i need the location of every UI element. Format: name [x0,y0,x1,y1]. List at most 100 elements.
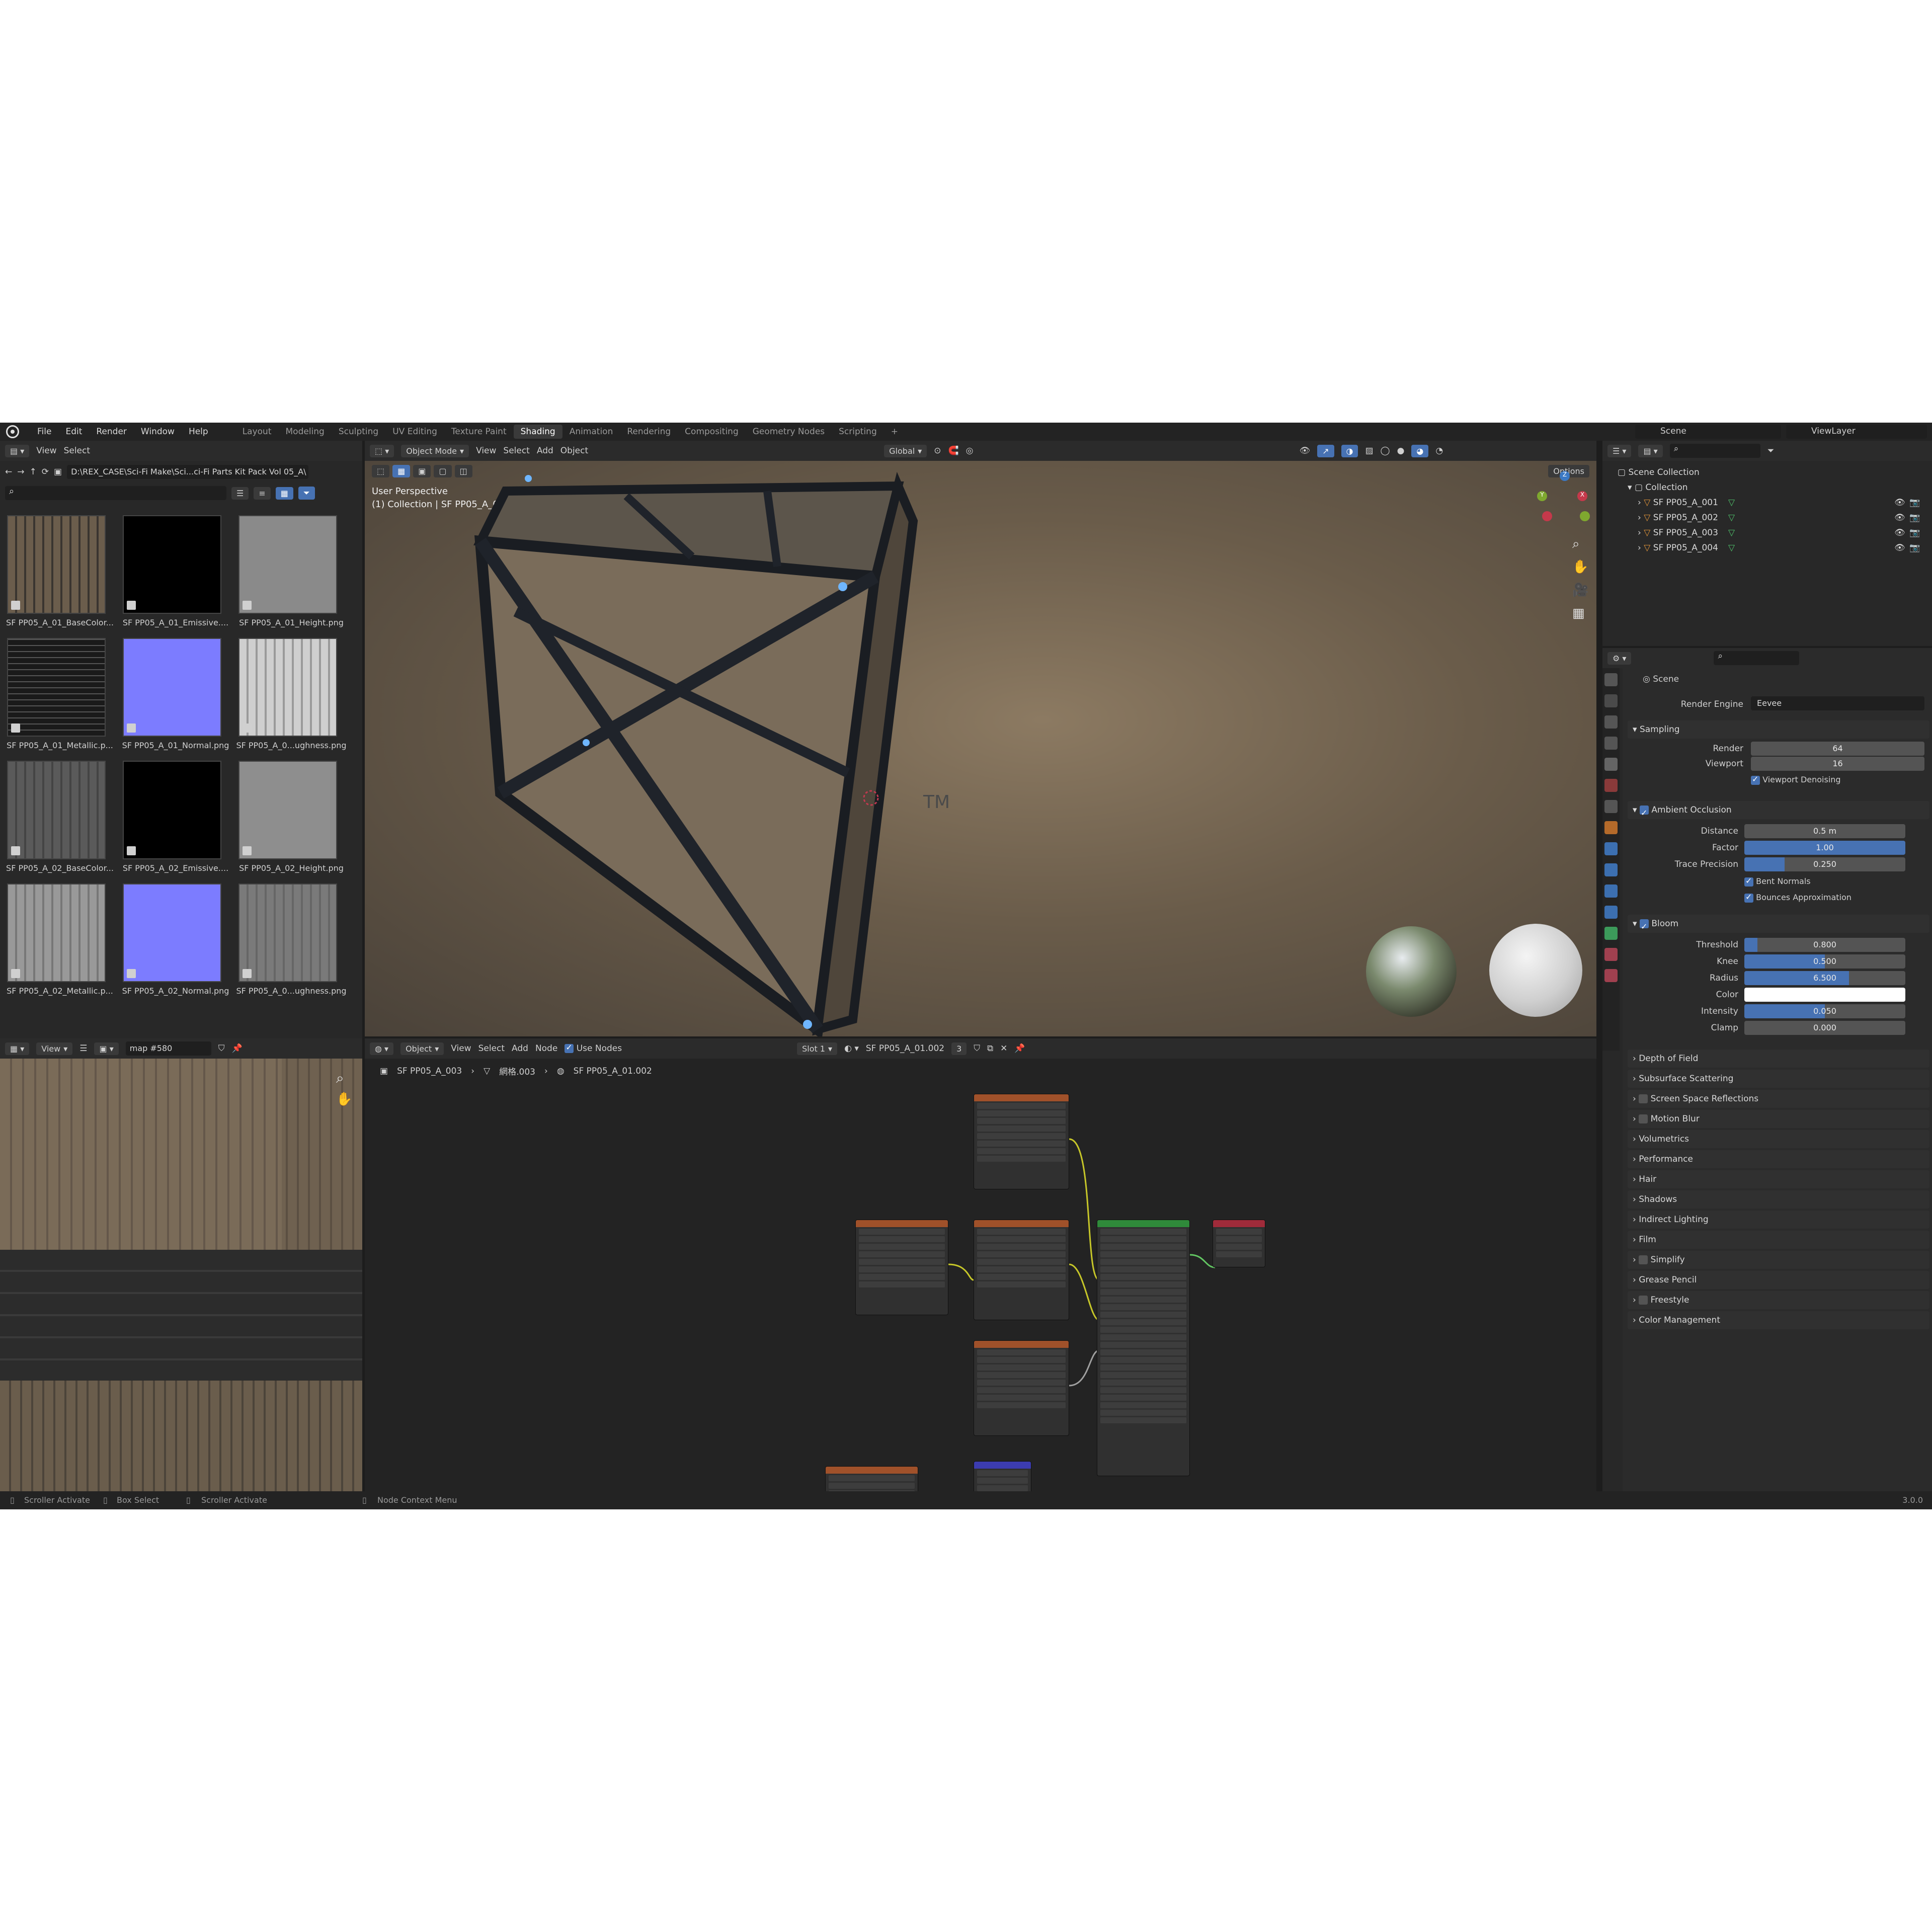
node-socket-row[interactable] [977,1478,1028,1484]
menu-edit[interactable]: Edit [58,427,89,437]
shader-node[interactable] [1097,1220,1190,1476]
image-browse-icon[interactable]: ▣ ▾ [94,1042,119,1055]
tab-layout[interactable]: Layout [235,425,279,439]
image-name-field[interactable]: map #580 [125,1041,211,1056]
file-thumbnail[interactable]: SF PP05_A_0...ughness.png [233,638,347,754]
navigation-gizmo[interactable]: Z X Y [1537,471,1592,526]
section-grease-pencil[interactable]: › Grease Pencil [1628,1271,1929,1289]
node-socket-row[interactable] [1100,1259,1186,1265]
node-socket-row[interactable] [859,1266,945,1272]
vp-menu-view[interactable]: View [476,446,496,456]
proportional-icon[interactable]: ◎ [966,446,974,456]
tool-tab-icon[interactable] [1604,673,1618,686]
bloom-panel-header[interactable]: ▾ Bloom [1628,915,1929,936]
tab-scripting[interactable]: Scripting [832,425,884,439]
filter-icon[interactable]: ⏷ [1767,446,1775,456]
bloom-intensity-slider[interactable]: 0.050 [1744,1004,1905,1018]
node-socket-row[interactable] [977,1118,1066,1124]
node-socket-row[interactable] [1100,1387,1186,1393]
node-socket-row[interactable] [1100,1334,1186,1340]
node-canvas[interactable] [365,1038,1596,1509]
file-thumbnail[interactable]: SF PP05_A_01_Emissive.... [118,515,228,631]
section-hair[interactable]: › Hair [1628,1170,1929,1188]
tab-animation[interactable]: Animation [562,425,620,439]
particles-tab-icon[interactable] [1604,863,1618,876]
node-socket-row[interactable] [977,1485,1028,1491]
node-socket-row[interactable] [1100,1297,1186,1303]
file-thumbnail[interactable]: SF PP05_A_01_BaseColor... [2,515,114,631]
render-tab-icon[interactable] [1604,694,1618,707]
file-thumbnail[interactable]: SF PP05_A_01_Normal.png [118,638,229,754]
editor-type-button[interactable]: ▤ ▾ [5,444,30,457]
texture-tab-icon[interactable] [1604,969,1618,982]
vp-menu-object[interactable]: Object [560,446,588,456]
section-enable-checkbox[interactable] [1639,1094,1648,1103]
section-freestyle[interactable]: › Freestyle [1628,1291,1929,1309]
node-socket-row[interactable] [977,1281,1066,1287]
gizmo-neg-y-icon[interactable] [1580,511,1590,521]
tab-modeling[interactable]: Modeling [279,425,332,439]
node-socket-row[interactable] [977,1141,1066,1147]
view-layer-selector[interactable]: ViewLayer [1786,425,1927,439]
scene-selector[interactable]: Scene [1635,425,1781,439]
node-socket-row[interactable] [977,1125,1066,1132]
node-socket-row[interactable] [1100,1342,1186,1348]
node-socket-row[interactable] [1100,1236,1186,1242]
file-thumbnail[interactable]: SF PP05_A_02_Emissive.... [118,761,228,876]
expand-arrow-icon[interactable]: ▾ [1628,482,1632,493]
overlay-toggle-icon[interactable]: ◑ [1341,444,1358,457]
node-socket-row[interactable] [859,1259,945,1265]
visibility-eye-icon[interactable]: 👁 [1894,495,1905,510]
viewport-canvas[interactable]: ⬚ ▦ ▣ ▢ ◫ Options User Perspective (1) C… [365,461,1596,1036]
file-thumbnail[interactable]: SF PP05_A_02_Normal.png [118,883,229,999]
add-workspace-button[interactable]: + [884,425,905,439]
render-engine-dropdown[interactable]: Eevee [1751,696,1924,710]
node-socket-row[interactable] [977,1259,1066,1265]
node-socket-row[interactable] [1216,1251,1262,1257]
viewport-samples-field[interactable]: 16 [1751,757,1924,771]
section-enable-checkbox[interactable] [1639,1296,1648,1305]
node-socket-row[interactable] [1100,1319,1186,1325]
sampling-panel-header[interactable]: ▾ Sampling [1628,720,1929,739]
node-socket-row[interactable] [1100,1229,1186,1235]
editor-type-button[interactable]: ⚙ ▾ [1607,652,1632,665]
gizmo-neg-x-icon[interactable] [1542,511,1552,521]
node-header[interactable] [974,1220,1069,1227]
outliner-search-input[interactable]: ⌕ [1669,444,1760,458]
file-thumbnail[interactable]: SF PP05_A_01_Metallic.p... [2,638,113,754]
node-header[interactable] [856,1220,948,1227]
node-socket-row[interactable] [977,1251,1066,1257]
node-socket-row[interactable] [1100,1364,1186,1371]
parent-dir-icon[interactable]: ↑ [30,467,37,477]
ao-distance-field[interactable]: 0.5 m [1744,824,1905,838]
pan-hand-icon[interactable]: ✋ [336,1092,352,1108]
bloom-clamp-field[interactable]: 0.000 [1744,1021,1905,1035]
collection-tab-icon[interactable] [1604,800,1618,813]
editor-type-button[interactable]: ⬚ ▾ [370,444,394,457]
section-enable-checkbox[interactable] [1639,1114,1648,1123]
section-depth-of-field[interactable]: › Depth of Field [1628,1050,1929,1068]
physics-tab-icon[interactable] [1604,884,1618,898]
expand-arrow-icon[interactable]: › [1638,498,1641,508]
ao-factor-slider[interactable]: 1.00 [1744,841,1905,855]
outliner-object-row[interactable]: › ▽ SF PP05_A_004 ▽ 👁 📷 [1602,540,1932,555]
node-header[interactable] [1213,1220,1265,1227]
outliner-object-row[interactable]: › ▽ SF PP05_A_003 ▽ 👁 📷 [1602,525,1932,540]
node-socket-row[interactable] [1100,1281,1186,1287]
node-socket-row[interactable] [977,1380,1066,1386]
node-socket-row[interactable] [977,1244,1066,1250]
constraints-tab-icon[interactable] [1604,906,1618,919]
display-thumbnail-icon[interactable]: ▦ [275,487,293,500]
grid-icon[interactable]: ▦ [1572,606,1585,621]
fb-search-input[interactable]: ⌕ [5,486,226,500]
section-performance[interactable]: › Performance [1628,1150,1929,1168]
shading-wire-icon[interactable]: ◯ [1381,446,1390,456]
section-shadows[interactable]: › Shadows [1628,1190,1929,1209]
node-socket-row[interactable] [1216,1244,1262,1250]
outliner-object-row[interactable]: › ▽ SF PP05_A_002 ▽ 👁 📷 [1602,510,1932,525]
shader-node[interactable] [855,1220,948,1315]
node-socket-row[interactable] [977,1402,1066,1408]
node-socket-row[interactable] [977,1357,1066,1363]
bloom-enable-checkbox[interactable] [1639,918,1649,936]
transform-orientation[interactable]: Global ▾ [884,444,927,457]
